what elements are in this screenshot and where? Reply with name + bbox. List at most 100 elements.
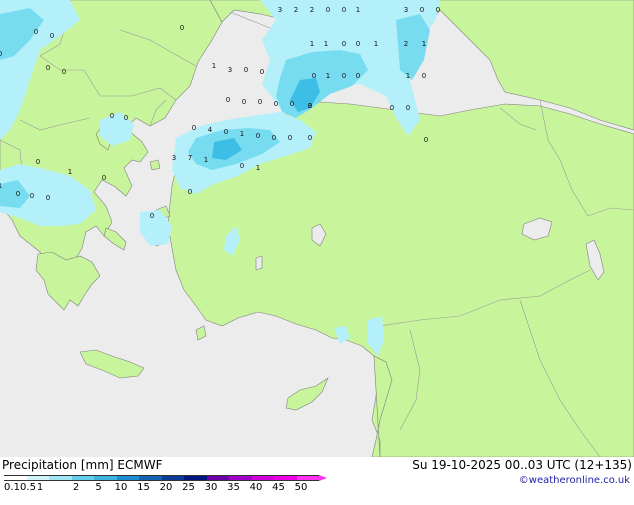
point-value: 0 [436, 6, 440, 14]
point-value: 1 [212, 62, 216, 70]
legend-tick: 15 [137, 482, 150, 493]
point-value: 0 [422, 72, 426, 80]
point-value: 0 [342, 72, 346, 80]
model-name: ECMWF [117, 458, 163, 472]
legend-tick: 20 [159, 482, 173, 493]
point-value: 0 [312, 72, 316, 80]
point-value: 1 [310, 40, 314, 48]
point-value: 1 [256, 164, 260, 172]
point-value: 0 [240, 162, 244, 170]
point-value: 0 [150, 212, 154, 220]
credit-link[interactable]: ©weatheronline.co.uk [519, 475, 630, 486]
point-value: 1 [0, 182, 2, 190]
legend-swatch [229, 475, 252, 481]
point-value: 3 [308, 102, 312, 110]
legend-swatch [274, 475, 297, 481]
point-value: 0 [326, 6, 330, 14]
point-value: 0 [46, 194, 50, 202]
map-canvas: 3 2 2 0 0 1 3 0 0 1 1 0 0 1 2 1 0 1 0 0 1 0 0 0 0 0 0 0 0 0 1 3 0 0 0 0 0 1 0 1… [0, 0, 634, 457]
legend-tick: 25 [182, 482, 195, 493]
point-value: 0 [420, 6, 424, 14]
legend-swatch [26, 475, 49, 481]
point-value: 0 [50, 32, 54, 40]
legend-swatch [116, 475, 139, 481]
point-value: 0 [180, 24, 184, 32]
point-value: 0 [308, 134, 312, 142]
point-value: 0 [34, 28, 38, 36]
valid-time: Su 19-10-2025 00..03 UTC (12+135) [412, 458, 632, 472]
point-value: 1 [406, 72, 410, 80]
point-value: 0 [192, 124, 196, 132]
legend-tick: 1 [36, 482, 44, 493]
point-value: 0 [390, 104, 394, 112]
point-value: 0 [342, 6, 346, 14]
point-value: 0 [274, 100, 278, 108]
point-value: 1 [356, 6, 360, 14]
legend-tick: 5 [95, 482, 102, 493]
legend-arrow [319, 475, 327, 481]
point-value: 0 [16, 190, 20, 198]
point-value: 0 [272, 134, 276, 142]
legend-swatch [4, 475, 27, 481]
legend-swatch [49, 475, 72, 481]
point-value: 0 [124, 114, 128, 122]
point-value: 0 [36, 158, 40, 166]
point-value: 0 [406, 104, 410, 112]
legend-tick: 10 [114, 482, 128, 493]
point-value: 2 [404, 40, 408, 48]
point-value: 1 [422, 40, 426, 48]
legend-tick: 30 [204, 482, 218, 493]
land-samothraki [149, 159, 161, 171]
point-value: 0 [424, 136, 428, 144]
color-legend: 0.1 0.5 1 2 5 10 15 20 25 30 35 40 45 50 [4, 473, 334, 505]
point-value: 0 [356, 40, 360, 48]
point-value: 3 [228, 66, 232, 74]
point-value: 3 [404, 6, 408, 14]
legend-tick: 50 [294, 482, 308, 493]
point-value: 0 [62, 68, 66, 76]
point-value: 1 [204, 156, 208, 164]
point-value: 1 [240, 130, 244, 138]
point-value: 0 [102, 174, 106, 182]
point-value: 0 [226, 96, 230, 104]
point-value: 4 [208, 126, 213, 134]
point-value: 0 [30, 192, 34, 200]
legend-swatch [94, 475, 117, 481]
lake-egirdir [255, 255, 263, 271]
product-title: Precipitation [mm] [2, 458, 114, 472]
legend-tick: 45 [272, 482, 285, 493]
point-value: 0 [224, 128, 228, 136]
point-value: 0 [244, 66, 248, 74]
point-value: 0 [356, 72, 360, 80]
legend-swatch [71, 475, 94, 481]
legend-tick: 35 [227, 482, 240, 493]
legend-swatch [139, 475, 162, 481]
legend-tick: 0.5 [20, 482, 36, 493]
point-value: 1 [326, 72, 330, 80]
point-value: 2 [310, 6, 314, 14]
legend-swatch [251, 475, 274, 481]
point-value: 1 [324, 40, 328, 48]
point-value: 0 [290, 100, 294, 108]
legend-tick: 0.1 [4, 482, 20, 493]
point-value: 0 [188, 188, 192, 196]
legend-swatch [161, 475, 184, 481]
precipitation-map[interactable]: 3 2 2 0 0 1 3 0 0 1 1 0 0 1 2 1 0 1 0 0 1 0 0 0 0 0 0 0 0 0 1 3 0 0 0 0 0 1 0 1… [0, 0, 634, 457]
point-value: 1 [374, 40, 378, 48]
point-value: 7 [188, 154, 192, 162]
legend-tick: 40 [249, 482, 263, 493]
point-value: 0 [288, 134, 292, 142]
legend-swatch [296, 475, 319, 481]
point-value: 3 [278, 6, 282, 14]
footer-title: Precipitation [mm] ECMWF [2, 458, 162, 472]
point-value: 0 [342, 40, 346, 48]
point-value: 0 [110, 112, 114, 120]
point-value: 0 [260, 68, 264, 76]
point-value: 1 [68, 168, 72, 176]
point-value: 2 [294, 6, 298, 14]
point-value: 0 [46, 64, 50, 72]
legend-swatch [184, 475, 207, 481]
map-footer: Precipitation [mm] ECMWF Su 19-10-2025 0… [0, 457, 634, 493]
point-value: 0 [256, 132, 260, 140]
point-value: 0 [258, 98, 262, 106]
